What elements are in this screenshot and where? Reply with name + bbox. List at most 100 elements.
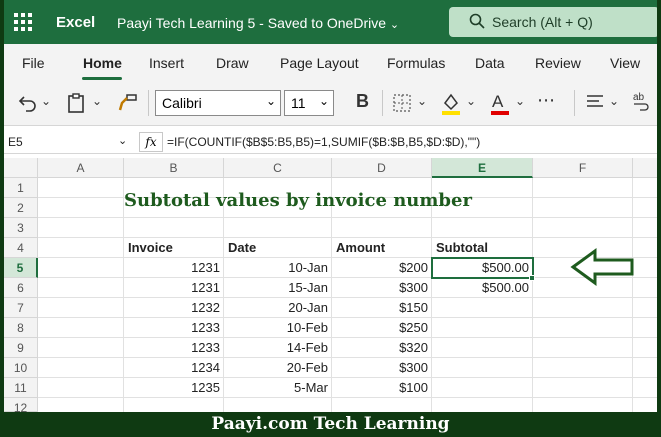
borders-icon[interactable] — [392, 93, 412, 113]
header-cell-date[interactable]: Date — [224, 238, 332, 258]
ribbon-separator — [148, 90, 149, 116]
name-box[interactable]: E5 ⌄ — [4, 130, 128, 154]
column-header-c[interactable]: C — [224, 158, 332, 178]
search-box[interactable]: Search (Alt + Q) — [449, 7, 657, 37]
font-color-icon[interactable]: A — [489, 91, 511, 115]
invoice-cell[interactable]: 1231 — [124, 258, 224, 278]
fill-color-dropdown-chevron-icon[interactable]: ⌄ — [466, 94, 476, 108]
font-name-select[interactable]: Calibri ⌄ — [155, 90, 281, 116]
more-options-icon[interactable]: ⋯ — [537, 90, 556, 111]
fill-handle[interactable] — [529, 275, 535, 281]
undo-icon[interactable] — [18, 93, 38, 113]
column-header-d[interactable]: D — [332, 158, 432, 178]
row-header[interactable]: 2 — [4, 198, 38, 218]
date-cell[interactable]: 20-Jan — [224, 298, 332, 318]
row-header[interactable]: 9 — [4, 338, 38, 358]
align-icon[interactable] — [586, 93, 604, 111]
tab-home[interactable]: Home — [83, 55, 122, 71]
wrap-text-icon[interactable]: ab — [631, 90, 651, 114]
tab-view[interactable]: View — [610, 55, 640, 71]
date-cell[interactable]: 10-Feb — [224, 318, 332, 338]
row-header[interactable]: 6 — [4, 278, 38, 298]
insert-function-button[interactable]: fx — [139, 132, 163, 152]
row-header[interactable]: 7 — [4, 298, 38, 318]
font-size-value: 11 — [291, 95, 306, 111]
fill-color-icon[interactable] — [440, 91, 462, 115]
invoice-cell[interactable]: 1235 — [124, 378, 224, 398]
app-name[interactable]: Excel — [56, 14, 95, 31]
subtotal-cell[interactable] — [432, 318, 533, 338]
date-cell[interactable]: 20-Feb — [224, 358, 332, 378]
font-size-select[interactable]: 11 ⌄ — [284, 90, 334, 116]
column-header-f[interactable]: F — [533, 158, 633, 178]
tab-page-layout[interactable]: Page Layout — [280, 55, 359, 71]
row-header[interactable]: 1 — [4, 178, 38, 198]
column-header-g[interactable] — [633, 158, 657, 178]
subtotal-cell[interactable]: $500.00 — [432, 258, 533, 278]
tab-review[interactable]: Review — [535, 55, 581, 71]
amount-cell[interactable]: $250 — [332, 318, 432, 338]
tab-formulas[interactable]: Formulas — [387, 55, 445, 71]
font-color-dropdown-chevron-icon[interactable]: ⌄ — [515, 94, 525, 108]
amount-cell[interactable]: $100 — [332, 378, 432, 398]
header-cell-amount[interactable]: Amount — [332, 238, 432, 258]
column-header-e[interactable]: E — [432, 158, 533, 178]
ribbon-tabs: File Home Insert Draw Page Layout Formul… — [4, 44, 657, 80]
name-box-value: E5 — [8, 135, 23, 149]
paste-dropdown-chevron-icon[interactable]: ⌄ — [92, 94, 102, 108]
invoice-cell[interactable]: 1232 — [124, 298, 224, 318]
subtotal-cell[interactable] — [432, 298, 533, 318]
chevron-down-icon: ⌄ — [118, 135, 128, 147]
footer-banner: Paayi.com Tech Learning — [0, 412, 661, 437]
chevron-down-icon: ⌄ — [318, 94, 329, 108]
column-header-b[interactable]: B — [124, 158, 224, 178]
row-header[interactable]: 10 — [4, 358, 38, 378]
svg-text:ab: ab — [633, 92, 645, 103]
tab-draw[interactable]: Draw — [216, 55, 249, 71]
subtotal-cell[interactable] — [432, 338, 533, 358]
amount-cell[interactable]: $300 — [332, 278, 432, 298]
formula-input[interactable]: =IF(COUNTIF($B$5:B5,B5)=1,SUMIF($B:$B,B5… — [167, 135, 480, 149]
tab-file[interactable]: File — [22, 55, 45, 71]
tab-insert[interactable]: Insert — [149, 55, 184, 71]
amount-cell[interactable]: $150 — [332, 298, 432, 318]
amount-cell[interactable]: $320 — [332, 338, 432, 358]
amount-cell[interactable]: $300 — [332, 358, 432, 378]
tab-data[interactable]: Data — [475, 55, 505, 71]
column-header-a[interactable]: A — [38, 158, 124, 178]
sheet-title: Subtotal values by invoice number — [124, 190, 472, 211]
gridline — [632, 178, 633, 412]
select-all-corner[interactable] — [4, 158, 38, 178]
document-title[interactable]: Paayi Tech Learning 5 - Saved to OneDriv… — [117, 15, 399, 31]
format-painter-icon[interactable] — [117, 92, 139, 114]
row-header[interactable]: 11 — [4, 378, 38, 398]
row-header[interactable]: 5 — [4, 258, 38, 278]
date-cell[interactable]: 10-Jan — [224, 258, 332, 278]
search-placeholder: Search (Alt + Q) — [492, 14, 593, 30]
header-cell-invoice[interactable]: Invoice — [124, 238, 224, 258]
invoice-cell[interactable]: 1234 — [124, 358, 224, 378]
invoice-cell[interactable]: 1233 — [124, 338, 224, 358]
app-launcher-icon[interactable] — [14, 13, 32, 31]
row-header[interactable]: 3 — [4, 218, 38, 238]
row-header[interactable]: 4 — [4, 238, 38, 258]
date-cell[interactable]: 15-Jan — [224, 278, 332, 298]
subtotal-cell[interactable] — [432, 378, 533, 398]
row-header[interactable]: 12 — [4, 398, 38, 412]
amount-cell[interactable]: $200 — [332, 258, 432, 278]
undo-dropdown-chevron-icon[interactable]: ⌄ — [41, 94, 51, 108]
row-header[interactable]: 8 — [4, 318, 38, 338]
invoice-cell[interactable]: 1231 — [124, 278, 224, 298]
subtotal-cell[interactable] — [432, 358, 533, 378]
align-dropdown-chevron-icon[interactable]: ⌄ — [609, 94, 619, 108]
paste-icon[interactable] — [66, 92, 86, 114]
date-cell[interactable]: 5-Mar — [224, 378, 332, 398]
svg-text:A: A — [492, 92, 504, 111]
date-cell[interactable]: 14-Feb — [224, 338, 332, 358]
subtotal-cell[interactable]: $500.00 — [432, 278, 533, 298]
font-name-value: Calibri — [162, 95, 202, 111]
header-cell-subtotal[interactable]: Subtotal — [432, 238, 533, 258]
bold-button[interactable]: B — [356, 91, 369, 112]
invoice-cell[interactable]: 1233 — [124, 318, 224, 338]
borders-dropdown-chevron-icon[interactable]: ⌄ — [417, 94, 427, 108]
